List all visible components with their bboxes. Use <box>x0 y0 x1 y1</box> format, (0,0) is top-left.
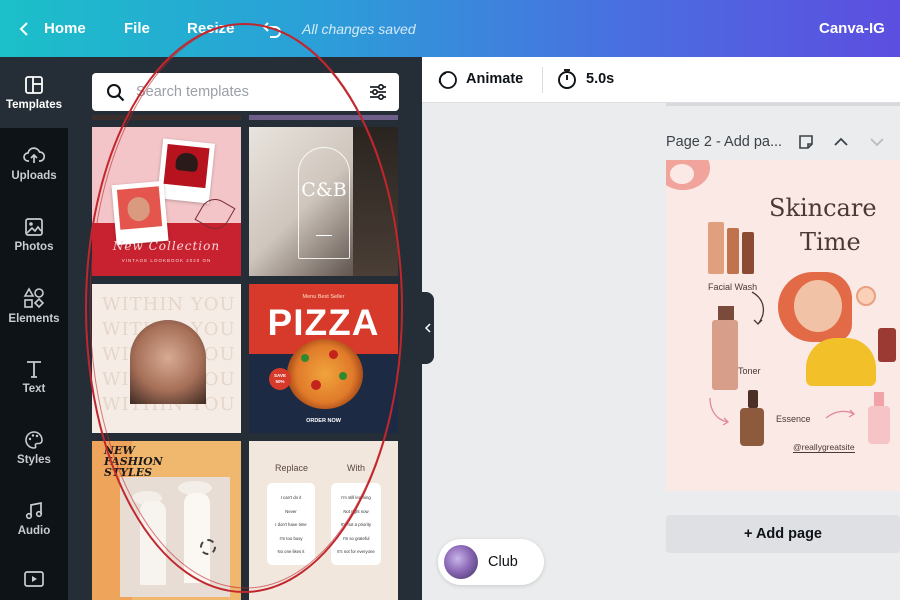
club-label: Club <box>488 554 518 570</box>
template-thumb-prev-1[interactable] <box>92 115 241 120</box>
template-1-title: New Collection <box>112 239 221 253</box>
music-note-icon <box>25 501 43 519</box>
rail-item-photos[interactable]: Photos <box>0 199 68 270</box>
design-label-essence: Essence <box>776 414 811 424</box>
template-thumb-within-you[interactable]: WITHIN YOU WITHIN YOU WITHIN YOU WITHIN … <box>92 284 241 433</box>
resize-button[interactable]: Resize <box>187 0 235 57</box>
template-thumb-wedding[interactable]: C&B <box>249 127 398 276</box>
template-4-cta: ORDER NOW <box>306 418 341 424</box>
templates-panel: Search templates New Collection VINTAGE … <box>68 57 422 600</box>
template-6-item: Not right now <box>343 508 369 514</box>
search-icon <box>107 84 125 102</box>
design-label-toner: Toner <box>738 366 761 376</box>
video-icon <box>24 571 44 587</box>
page-note-icon[interactable] <box>797 133 815 151</box>
template-6-item: No one likes it <box>277 549 305 554</box>
template-2-monogram: C&B <box>301 179 347 201</box>
rail-label-styles: Styles <box>17 453 51 466</box>
project-title[interactable]: Canva-IG <box>819 0 885 57</box>
template-1-subtitle: VINTAGE LOOKBOOK 2020 ON <box>121 258 212 263</box>
rail-label-audio: Audio <box>17 524 51 537</box>
search-input[interactable]: Search templates <box>136 84 249 100</box>
rail-label-elements: Elements <box>8 312 60 325</box>
text-icon <box>27 360 41 378</box>
chevron-left-icon <box>19 21 28 36</box>
chevron-left-icon <box>425 323 431 333</box>
template-thumb-new-collection[interactable]: New Collection VINTAGE LOOKBOOK 2020 ON <box>92 127 241 276</box>
template-6-item: I'm too busy <box>279 535 303 541</box>
club-avatar <box>444 545 478 579</box>
template-thumb-replace-with[interactable]: Replace With I can't do it Never I don't h… <box>249 441 398 600</box>
template-6-col2: With <box>347 463 365 473</box>
chevron-down-icon[interactable] <box>869 135 885 149</box>
template-6-item: I'm still learning <box>341 495 371 500</box>
animate-icon <box>438 71 457 89</box>
template-thumb-pizza[interactable]: Menu Best Seller PIZZA SAVE 50% ORDER NO… <box>249 284 398 433</box>
rail-label-text: Text <box>22 382 46 395</box>
template-6-item: I can't do it <box>280 495 302 500</box>
template-5-line-3: STYLES <box>104 466 153 479</box>
undo-icon <box>262 21 281 38</box>
template-6-item: I'm so grateful <box>342 535 370 541</box>
undo-button[interactable] <box>262 0 282 57</box>
rail-item-text[interactable]: Text <box>0 341 68 412</box>
save-status: All changes saved <box>302 20 416 37</box>
rail-label-uploads: Uploads <box>11 169 57 182</box>
side-rail: Templates Uploads Photos Elements Text S… <box>0 57 68 600</box>
template-thumb-fashion[interactable]: NEW FASHION STYLES <box>92 441 241 600</box>
palette-icon <box>25 430 43 449</box>
page-title-input[interactable]: Page 2 - Add pa... <box>666 134 782 150</box>
design-title-1: Skincare <box>769 194 877 222</box>
photo-icon <box>25 217 43 236</box>
template-6-item: It's not a priority <box>340 522 372 527</box>
arrow-doodle-3 <box>825 409 856 419</box>
club-button[interactable]: Club <box>438 539 544 585</box>
editor-toolbar: Animate 5.0s <box>422 57 900 103</box>
rail-item-templates[interactable]: Templates <box>0 57 68 128</box>
timer-icon[interactable] <box>556 68 578 90</box>
rail-item-elements[interactable]: Elements <box>0 270 68 341</box>
upload-cloud-icon <box>23 146 45 163</box>
template-4-badge-2: 50% <box>275 379 285 384</box>
home-link[interactable]: Home <box>44 20 86 37</box>
arrow-doodle-2 <box>709 397 730 426</box>
back-button[interactable]: Home <box>18 0 86 57</box>
previous-page-edge <box>666 103 900 106</box>
duration-value[interactable]: 5.0s <box>586 71 614 87</box>
design-canvas[interactable]: Skincare Time Facial Wash Toner Essence … <box>666 160 900 491</box>
template-6-item: I don't have time <box>275 522 307 527</box>
rail-item-uploads[interactable]: Uploads <box>0 128 68 199</box>
template-4-top: Menu Best Seller <box>302 294 345 300</box>
animate-button[interactable]: Animate <box>466 71 523 87</box>
template-4-title: PIZZA <box>267 302 380 343</box>
add-page-button[interactable]: + Add page <box>666 515 900 553</box>
design-title-2: Time <box>800 228 861 256</box>
design-handle: @reallygreatsite <box>793 442 855 453</box>
collapse-panel-button[interactable] <box>422 292 434 364</box>
rail-label-templates: Templates <box>5 98 63 111</box>
file-menu[interactable]: File <box>124 0 150 57</box>
shapes-icon <box>23 286 45 308</box>
rail-item-video[interactable] <box>0 554 68 600</box>
chevron-up-icon[interactable] <box>833 135 849 149</box>
template-thumb-prev-2[interactable] <box>249 115 398 120</box>
rail-item-audio[interactable]: Audio <box>0 483 68 554</box>
rail-item-styles[interactable]: Styles <box>0 412 68 483</box>
filter-sliders-icon[interactable] <box>368 82 388 102</box>
arrow-doodle <box>751 291 764 325</box>
rail-label-photos: Photos <box>14 240 54 253</box>
template-6-item: It's not for everyone <box>337 549 375 554</box>
templates-icon <box>25 75 43 94</box>
template-6-item: Never <box>285 508 297 514</box>
template-3-line-1: WITHIN YOU <box>102 294 236 315</box>
search-box[interactable]: Search templates <box>92 73 399 111</box>
top-bar: Home File Resize All changes saved Canva… <box>0 0 900 57</box>
template-6-col1: Replace <box>275 463 309 473</box>
